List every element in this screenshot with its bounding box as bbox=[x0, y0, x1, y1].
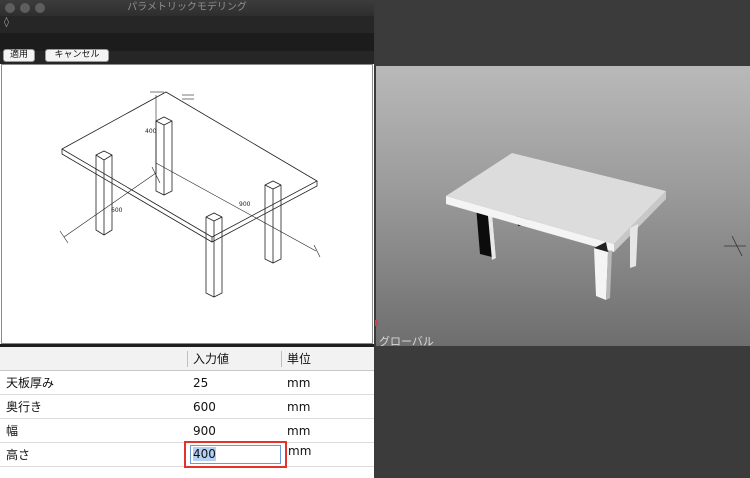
table-row[interactable]: 天板厚み 25 mm bbox=[0, 371, 374, 395]
param-name: 高さ bbox=[6, 448, 31, 462]
cancel-button[interactable]: キャンセル bbox=[45, 49, 109, 62]
param-unit: mm bbox=[287, 376, 311, 390]
apply-button[interactable]: 適用 bbox=[3, 49, 35, 62]
param-name: 天板厚み bbox=[6, 376, 55, 390]
viewport-bottom-area bbox=[376, 346, 750, 478]
dim-label-depth: 600 bbox=[111, 207, 123, 214]
window-title: パラメトリックモデリング bbox=[127, 2, 247, 13]
header-unit[interactable]: 単位 bbox=[287, 347, 311, 371]
parametric-dialog: パラメトリックモデリング ◊ 適用 キャンセル 400 600 900 入力値 … bbox=[0, 0, 374, 478]
3d-scene[interactable] bbox=[376, 66, 750, 346]
param-name: 奥行き bbox=[6, 400, 43, 414]
highlight-box: 400 bbox=[184, 441, 287, 468]
model-leg-right-back bbox=[630, 224, 638, 268]
column-separator[interactable] bbox=[281, 351, 282, 367]
wireframe-drawing: 400 600 900 bbox=[1, 64, 373, 344]
table-model bbox=[446, 153, 746, 300]
table-wireframe: 400 600 900 bbox=[59, 91, 321, 298]
dim-label-width: 900 bbox=[239, 201, 251, 208]
param-value[interactable]: 900 bbox=[193, 419, 216, 443]
coordinate-space-label: グローバル bbox=[379, 335, 434, 348]
origin-marker bbox=[375, 320, 378, 326]
height-value-input[interactable]: 400 bbox=[190, 445, 281, 464]
table-row[interactable]: 幅 900 mm bbox=[0, 419, 374, 443]
gizmo-cross-icon bbox=[724, 235, 746, 257]
dim-label-height: 400 bbox=[145, 128, 157, 135]
param-unit: mm bbox=[288, 444, 312, 458]
table-row[interactable]: 奥行き 600 mm bbox=[0, 395, 374, 419]
viewport-top-area bbox=[376, 0, 750, 66]
table-header: 入力値 単位 bbox=[0, 347, 374, 371]
param-value[interactable]: 25 bbox=[193, 371, 208, 395]
tabletop-edge bbox=[61, 149, 318, 243]
param-name: 幅 bbox=[6, 424, 19, 438]
column-separator[interactable] bbox=[187, 351, 188, 367]
selected-text: 400 bbox=[193, 447, 216, 461]
3d-viewport[interactable] bbox=[376, 0, 750, 478]
dim-line-width bbox=[155, 162, 317, 252]
param-value[interactable]: 600 bbox=[193, 395, 216, 419]
param-unit: mm bbox=[287, 424, 311, 438]
tabletop-outline bbox=[61, 91, 318, 238]
param-unit: mm bbox=[287, 400, 311, 414]
model-leg-front-right bbox=[594, 248, 608, 300]
header-value[interactable]: 入力値 bbox=[193, 347, 229, 371]
diamond-icon[interactable]: ◊ bbox=[4, 17, 9, 29]
title-bar[interactable]: パラメトリックモデリング bbox=[0, 0, 374, 16]
